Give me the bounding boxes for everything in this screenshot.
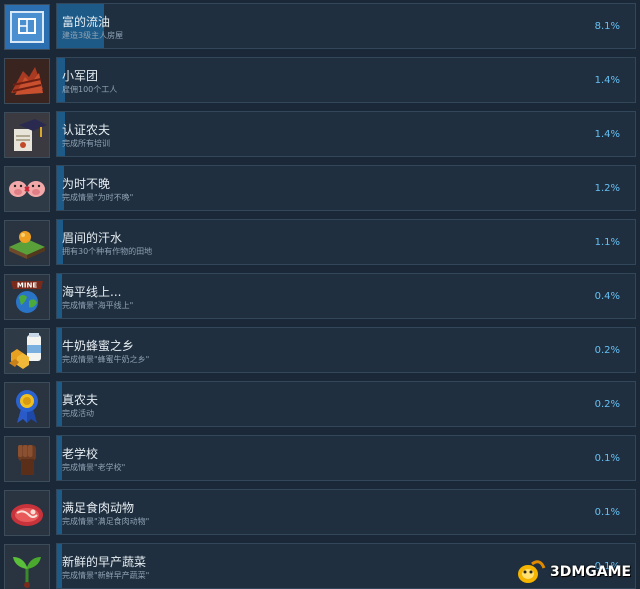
achievement-row[interactable]: 满足食肉动物 完成情景"满足食肉动物" 0.1%: [0, 489, 636, 539]
achievement-card: 认证农夫 完成所有培训 1.4%: [56, 111, 636, 157]
achievement-percent: 0.4%: [594, 291, 620, 302]
achievement-row[interactable]: 眉间的汗水 拥有30个种有作物的田地 1.1%: [0, 219, 636, 269]
achievement-desc: 建造3级主人房屋: [62, 31, 124, 40]
achievement-row[interactable]: 牛奶蜂蜜之乡 完成情景"蜂蜜牛奶之乡" 0.2%: [0, 327, 636, 377]
achievement-percent: 1.4%: [594, 129, 620, 140]
achievement-title: 认证农夫: [62, 123, 111, 137]
achievement-title: 牛奶蜂蜜之乡: [62, 339, 135, 353]
achievement-title: 富的流油: [62, 15, 111, 29]
achievement-card: 牛奶蜂蜜之乡 完成情景"蜂蜜牛奶之乡" 0.2%: [56, 327, 636, 373]
pigs-icon: [4, 166, 50, 212]
fist-icon: [4, 436, 50, 482]
achievement-card: 富的流油 建造3级主人房屋 8.1%: [56, 3, 636, 49]
achievement-title: 海平线上...: [62, 285, 122, 299]
achievement-percent: 8.1%: [594, 21, 620, 32]
achievement-desc: 完成活动: [62, 409, 94, 418]
achievement-card: 小军团 雇佣100个工人 1.4%: [56, 57, 636, 103]
achievement-title: 小军团: [62, 69, 99, 83]
achievement-desc: 完成情景"满足食肉动物": [62, 517, 150, 526]
achievement-row[interactable]: 为时不晚 完成情景"为时不晚" 1.2%: [0, 165, 636, 215]
achievement-card: 真农夫 完成活动 0.2%: [56, 381, 636, 427]
achievement-desc: 完成所有培训: [62, 139, 110, 148]
achievement-percent: 0.2%: [594, 399, 620, 410]
achievement-row[interactable]: MINE 海平线上... 完成情景"海平线上" 0.4%: [0, 273, 636, 323]
watermark-logo-icon: [518, 560, 546, 583]
achievement-row[interactable]: 老学校 完成情景"老学校" 0.1%: [0, 435, 636, 485]
achievement-desc: 完成情景"新鲜早产蔬菜": [62, 571, 150, 580]
achievement-percent: 1.2%: [594, 183, 620, 194]
achievement-desc: 完成情景"为时不晚": [62, 193, 134, 202]
achievement-desc: 拥有30个种有作物的田地: [62, 247, 153, 256]
achievement-desc: 雇佣100个工人: [62, 85, 118, 94]
achievement-row[interactable]: 小军团 雇佣100个工人 1.4%: [0, 57, 636, 107]
achievement-title: 满足食肉动物: [62, 501, 135, 515]
achievement-percent: 0.1%: [594, 453, 620, 464]
graduation-cap-icon: [4, 112, 50, 158]
achievement-desc: 完成情景"蜂蜜牛奶之乡": [62, 355, 150, 364]
achievement-row[interactable]: 真农夫 完成活动 0.2%: [0, 381, 636, 431]
achievement-card: 眉间的汗水 拥有30个种有作物的田地 1.1%: [56, 219, 636, 265]
watermark: 3DMGAME: [514, 560, 640, 586]
sprout-icon: [4, 544, 50, 589]
achievement-percent: 0.2%: [594, 345, 620, 356]
achievement-percent: 0.1%: [594, 507, 620, 518]
watermark-text: 3DMGAME: [550, 564, 632, 580]
achievement-row[interactable]: 富的流油 建造3级主人房屋 8.1%: [0, 3, 636, 53]
ribbon-medal-icon: [4, 382, 50, 428]
achievement-title: 真农夫: [62, 393, 99, 407]
svg-text:MINE: MINE: [17, 282, 37, 290]
achievement-title: 新鲜的早产蔬菜: [62, 555, 147, 569]
achievement-title: 老学校: [62, 447, 99, 461]
workers-icon: [4, 58, 50, 104]
achievement-desc: 完成情景"老学校": [62, 463, 126, 472]
achievement-desc: 完成情景"海平线上": [62, 301, 134, 310]
milk-honey-icon: [4, 328, 50, 374]
achievement-card: 为时不晚 完成情景"为时不晚" 1.2%: [56, 165, 636, 211]
achievement-title: 为时不晚: [62, 177, 111, 191]
achievement-card: 满足食肉动物 完成情景"满足食肉动物" 0.1%: [56, 489, 636, 535]
achievement-row[interactable]: 认证农夫 完成所有培训 1.4%: [0, 111, 636, 161]
mine-globe-icon: MINE: [4, 274, 50, 320]
achievement-title: 眉间的汗水: [62, 231, 123, 245]
achievement-card: 海平线上... 完成情景"海平线上" 0.4%: [56, 273, 636, 319]
achievement-percent: 1.1%: [594, 237, 620, 248]
achievement-card: 老学校 完成情景"老学校" 0.1%: [56, 435, 636, 481]
meat-icon: [4, 490, 50, 536]
blueprint-icon: [4, 4, 50, 50]
achievement-percent: 1.4%: [594, 75, 620, 86]
achievement-list: 富的流油 建造3级主人房屋 8.1% 小军团 雇佣100个工人 1.4% 认证农…: [0, 0, 640, 589]
field-island-icon: [4, 220, 50, 266]
